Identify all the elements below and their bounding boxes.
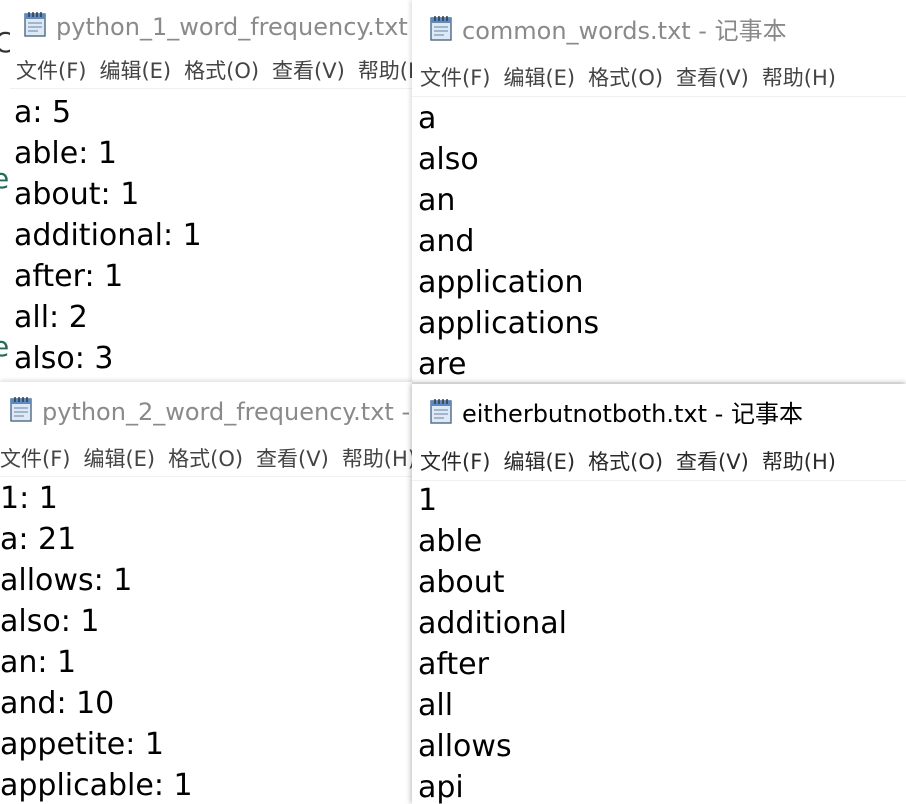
text-line: able [418,524,483,559]
text-line: appetite: 1 [0,727,164,762]
menu-file[interactable]: 文件(F) [420,446,490,476]
notepad-icon [22,10,48,38]
text-line: 1 [418,483,438,518]
text-line: a: 5 [14,95,72,130]
text-line: also: 3 [14,341,114,376]
text-editor[interactable]: 1 able about additional after all allows… [412,480,906,804]
text-line: an [418,183,456,218]
menu-format[interactable]: 格式(O) [184,55,259,85]
text-editor[interactable]: a: 5 able: 1 about: 1 additional: 1 afte… [10,92,412,380]
text-line: allows [418,729,512,764]
menu-help[interactable]: 帮助(H) [358,55,412,85]
notepad-icon [8,395,34,423]
menu-format[interactable]: 格式(O) [588,446,663,476]
menu-file[interactable]: 文件(F) [0,443,70,473]
background-window-fragment: e [0,162,10,195]
notepad-icon [428,397,454,425]
text-line: a: 21 [0,522,77,557]
text-line: able: 1 [14,136,117,171]
notepad-window-eitherbutnotboth[interactable]: eitherbutnotboth.txt - 记事本 文件(F) 编辑(E) 格… [412,384,906,804]
text-line: also [418,142,479,177]
menu-file[interactable]: 文件(F) [420,62,490,92]
menu-file[interactable]: 文件(F) [16,55,86,85]
menu-edit[interactable]: 编辑(E) [503,446,575,476]
title-bar[interactable]: eitherbutnotboth.txt - 记事本 [412,384,906,438]
menu-bar: 文件(F) 编辑(E) 格式(O) 查看(V) 帮助(H) [412,442,906,481]
text-line: applications [418,306,600,341]
menu-view[interactable]: 查看(V) [272,55,345,85]
title-bar[interactable]: python_2_word_frequency.txt - 记事本 [0,382,412,436]
title-bar[interactable]: python_1_word_frequency.txt - 记事本 [10,0,412,48]
menu-view[interactable]: 查看(V) [676,62,749,92]
text-editor[interactable]: a also an and application applications a… [412,98,906,382]
menu-format[interactable]: 格式(O) [168,443,243,473]
window-title: eitherbutnotboth.txt - 记事本 [462,399,803,428]
text-line: api [418,770,464,804]
text-line: about: 1 [14,177,140,212]
text-line: allows: 1 [0,563,133,598]
text-line: 1: 1 [0,481,58,516]
text-line: after [418,647,489,682]
text-editor[interactable]: 1: 1 a: 21 allows: 1 also: 1 an: 1 and: … [0,478,412,804]
text-line: all [418,688,454,723]
text-line: additional: 1 [14,218,202,253]
notepad-window-python-2[interactable]: python_2_word_frequency.txt - 记事本 文件(F) … [0,382,412,804]
notepad-window-common-words[interactable]: common_words.txt - 记事本 文件(F) 编辑(E) 格式(O)… [412,0,906,382]
background-window-fragment: e [0,330,10,363]
text-line: additional [418,606,567,641]
menu-help[interactable]: 帮助(H) [762,446,836,476]
menu-view[interactable]: 查看(V) [676,446,749,476]
menu-bar: 文件(F) 编辑(E) 格式(O) 查看(V) 帮助(H) [412,58,906,97]
text-line: about [418,565,505,600]
window-title: common_words.txt - 记事本 [462,16,787,45]
menu-edit[interactable]: 编辑(E) [83,443,155,473]
text-line: applicable: 1 [0,768,193,803]
menu-bar: 文件(F) 编辑(E) 格式(O) 查看(V) 帮助(H) [0,440,412,477]
text-line: all: 2 [14,300,88,335]
text-line: and: 10 [0,686,115,721]
text-line: are [418,347,467,382]
text-line: after: 1 [14,259,124,294]
notepad-window-python-1[interactable]: python_1_word_frequency.txt - 记事本 文件(F) … [10,0,412,380]
text-line: also: 1 [0,604,100,639]
window-title: python_1_word_frequency.txt - 记事本 [56,12,412,41]
text-line: an: 1 [0,645,77,680]
text-line: and [418,224,475,259]
title-bar[interactable]: common_words.txt - 记事本 [412,0,906,56]
text-line: a [418,101,437,136]
window-title: python_2_word_frequency.txt - 记事本 [42,397,412,426]
menu-help[interactable]: 帮助(H) [342,443,412,473]
menu-help[interactable]: 帮助(H) [762,62,836,92]
text-line: application [418,265,584,300]
menu-format[interactable]: 格式(O) [588,62,663,92]
menu-view[interactable]: 查看(V) [256,443,329,473]
notepad-icon [428,14,454,42]
menu-edit[interactable]: 编辑(E) [503,62,575,92]
menu-edit[interactable]: 编辑(E) [99,55,171,85]
menu-bar: 文件(F) 编辑(E) 格式(O) 查看(V) 帮助(H) [10,52,412,89]
